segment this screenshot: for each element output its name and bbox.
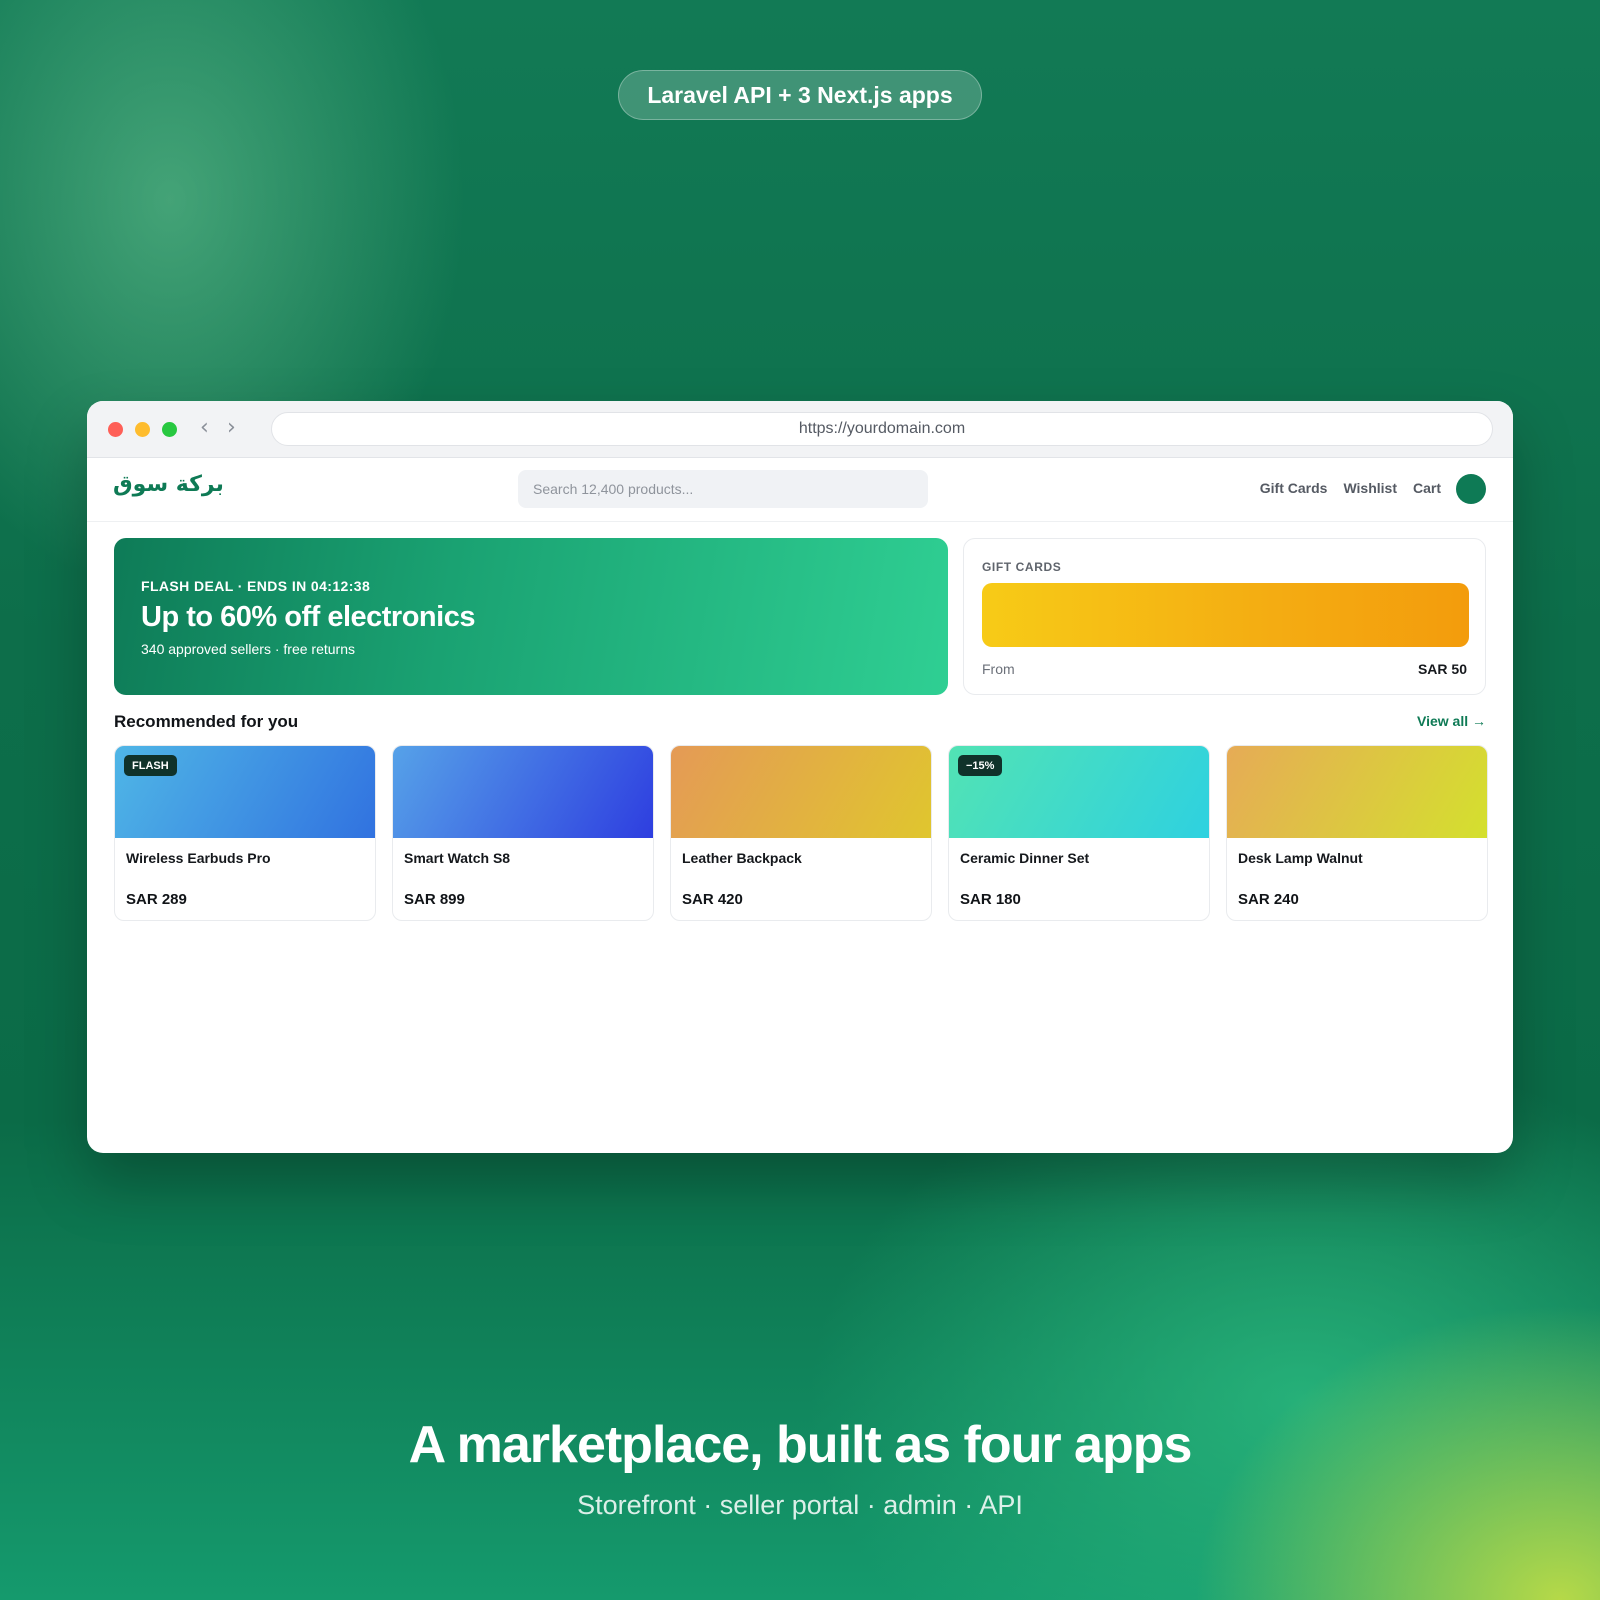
forward-arrow-icon[interactable]: ›	[227, 415, 236, 440]
back-arrow-icon[interactable]: ‹	[200, 415, 209, 440]
product-image: FLASH	[115, 746, 375, 838]
nav-cart[interactable]: Cart	[1413, 480, 1441, 496]
site-header: بركة سوق Gift Cards Wishlist Cart	[87, 458, 1513, 522]
discount-badge: −15%	[958, 755, 1003, 776]
product-price: SAR 420	[682, 891, 743, 908]
product-card[interactable]: Leather Backpack SAR 420	[670, 745, 932, 921]
view-all-link[interactable]: View all →	[1417, 713, 1486, 729]
search-input[interactable]	[518, 470, 928, 508]
product-image: −15%	[949, 746, 1209, 838]
product-image	[671, 746, 931, 838]
product-image	[1227, 746, 1487, 838]
maximize-window-button[interactable]	[162, 422, 177, 437]
hero-title: Up to 60% off electronics	[141, 601, 475, 633]
gift-price: SAR 50	[1417, 661, 1467, 677]
address-bar[interactable]: https://yourdomain.com	[271, 412, 1493, 446]
product-name: Smart Watch S8	[404, 850, 511, 866]
product-name: Ceramic Dinner Set	[960, 850, 1090, 866]
product-name: Leather Backpack	[682, 850, 802, 866]
nav-wishlist[interactable]: Wishlist	[1343, 480, 1397, 496]
flash-deal-banner[interactable]: FLASH DEAL · ENDS IN 04:12:38 Up to 60% …	[114, 538, 948, 695]
headline: A marketplace, built as four apps	[408, 1416, 1193, 1474]
product-image	[393, 746, 653, 838]
flash-badge: FLASH	[124, 755, 177, 776]
product-name: Wireless Earbuds Pro	[126, 850, 271, 866]
site-logo[interactable]: بركة سوق	[113, 472, 224, 497]
product-price: SAR 289	[126, 891, 187, 908]
minimize-window-button[interactable]	[135, 422, 150, 437]
browser-toolbar: ‹ › https://yourdomain.com	[87, 401, 1513, 458]
product-price: SAR 180	[960, 891, 1021, 908]
subheadline: Storefront · seller portal · admin · API	[577, 1490, 1023, 1520]
stack-pill: Laravel API + 3 Next.js apps	[618, 70, 982, 120]
product-card[interactable]: FLASH Wireless Earbuds Pro SAR 289	[114, 745, 376, 921]
header-nav: Gift Cards Wishlist Cart	[1260, 480, 1441, 496]
close-window-button[interactable]	[108, 422, 123, 437]
browser-window: ‹ › https://yourdomain.com بركة سوق Gift…	[87, 401, 1513, 1153]
gift-from-label: From	[982, 661, 1015, 677]
product-grid: FLASH Wireless Earbuds Pro SAR 289 Smart…	[114, 745, 1488, 921]
nav-gift-cards[interactable]: Gift Cards	[1260, 480, 1328, 496]
product-card[interactable]: Desk Lamp Walnut SAR 240	[1226, 745, 1488, 921]
product-card[interactable]: −15% Ceramic Dinner Set SAR 180	[948, 745, 1210, 921]
gift-card-preview[interactable]	[982, 583, 1469, 647]
gift-cards-heading: GIFT CARDS	[982, 560, 1062, 574]
avatar[interactable]	[1456, 474, 1486, 504]
product-name: Desk Lamp Walnut	[1238, 850, 1363, 866]
hero-subtitle: 340 approved sellers · free returns	[141, 641, 355, 657]
flash-deal-countdown: FLASH DEAL · ENDS IN 04:12:38	[141, 578, 371, 594]
product-price: SAR 899	[404, 891, 465, 908]
product-card[interactable]: Smart Watch S8 SAR 899	[392, 745, 654, 921]
gift-cards-panel[interactable]: GIFT CARDS From SAR 50	[963, 538, 1486, 695]
section-title: Recommended for you	[114, 712, 299, 731]
product-price: SAR 240	[1238, 891, 1299, 908]
